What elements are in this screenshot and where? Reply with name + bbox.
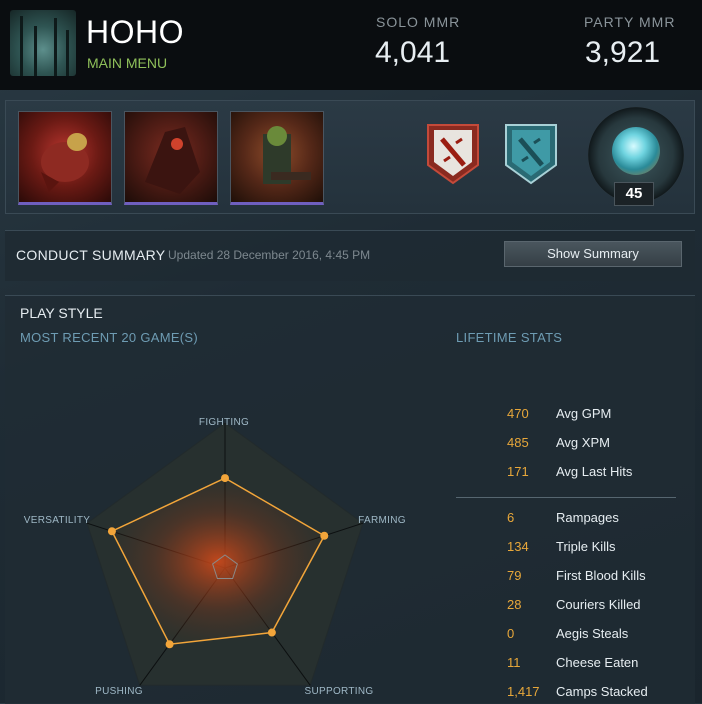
- solo-mmr-value: 4,041: [375, 36, 451, 69]
- party-mmr-value: 3,921: [585, 36, 661, 69]
- avatar[interactable]: [10, 10, 76, 76]
- stat-label: Cheese Eaten: [556, 655, 639, 670]
- axis-label-versatility: VERSATILITY: [24, 515, 90, 526]
- stat-label: Couriers Killed: [556, 597, 641, 612]
- showcase-panel: [5, 100, 695, 214]
- stat-value: 171: [507, 464, 529, 479]
- stat-value: 1,417: [507, 684, 540, 699]
- radar-point-fighting: [221, 474, 229, 483]
- stat-label: Avg Last Hits: [556, 464, 633, 479]
- lifetime-stats-label: LIFETIME STATS: [456, 330, 563, 345]
- stat-label: Rampages: [556, 510, 619, 525]
- radar-point-pushing: [165, 640, 174, 649]
- axis-label-farming: FARMING: [358, 515, 406, 526]
- party-mmr-label: PARTY MMR: [584, 14, 676, 30]
- stat-value: 470: [507, 406, 529, 421]
- stat-value: 485: [507, 435, 529, 450]
- battle-pass-badge-icon[interactable]: [502, 121, 560, 187]
- stat-label: First Blood Kills: [556, 568, 646, 583]
- radar-point-farming: [320, 531, 329, 540]
- axis-label-fighting: FIGHTING: [199, 417, 249, 428]
- solo-mmr-label: SOLO MMR: [376, 14, 461, 30]
- radar-point-supporting: [267, 628, 276, 637]
- stat-label: Avg XPM: [556, 435, 610, 450]
- stat-value: 11: [507, 655, 521, 670]
- conduct-summary-bar: CONDUCT SUMMARY Updated 28 December 2016…: [5, 230, 695, 281]
- stat-label: Aegis Steals: [556, 626, 629, 641]
- play-style-radar: FIGHTING FARMING SUPPORTING PUSHING VERS…: [24, 417, 406, 697]
- conduct-updated-text: Updated 28 December 2016, 4:45 PM: [168, 248, 371, 262]
- stat-value: 28: [507, 597, 522, 612]
- conduct-summary-title: CONDUCT SUMMARY: [16, 247, 166, 263]
- featured-hero-1[interactable]: [18, 111, 112, 205]
- stat-value: 6: [507, 510, 515, 525]
- player-name: HOHO: [86, 14, 184, 50]
- stat-value: 0: [507, 626, 515, 641]
- axis-label-pushing: PUSHING: [95, 686, 143, 697]
- stat-label: Avg GPM: [556, 406, 612, 421]
- profile-level: 45: [614, 182, 654, 206]
- stat-label: Camps Stacked: [556, 684, 648, 699]
- featured-hero-2[interactable]: [124, 111, 218, 205]
- featured-hero-3[interactable]: [230, 111, 324, 205]
- player-status: MAIN MENU: [87, 55, 168, 71]
- radar-point-versatility: [107, 527, 116, 536]
- dota-plus-badge-icon[interactable]: [424, 121, 482, 187]
- stat-label: Triple Kills: [556, 539, 616, 554]
- show-summary-button[interactable]: Show Summary: [504, 241, 682, 267]
- axis-label-supporting: SUPPORTING: [305, 686, 374, 697]
- stat-value: 134: [507, 539, 529, 554]
- stat-value: 79: [507, 568, 522, 583]
- profile-header: HOHO MAIN MENU SOLO MMR 4,041 PARTY MMR …: [0, 0, 702, 90]
- play-style-panel: PLAY STYLE MOST RECENT 20 GAME(S) LIFETI…: [5, 295, 695, 704]
- stats-divider: [456, 497, 676, 498]
